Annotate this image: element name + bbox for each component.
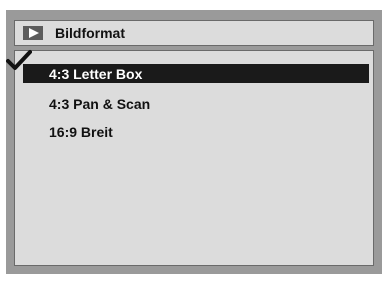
options-panel: 4:3 Letter Box 4:3 Pan & Scan 16:9 Breit [14,50,374,266]
option-widescreen[interactable]: 16:9 Breit [23,122,369,141]
checkmark-icon [6,50,32,70]
option-label: 4:3 Pan & Scan [49,95,151,112]
option-pan-scan[interactable]: 4:3 Pan & Scan [23,94,369,113]
option-letter-box[interactable]: 4:3 Letter Box [23,64,369,83]
play-icon [23,26,43,40]
menu-header: Bildformat [14,20,374,46]
menu-window: Bildformat 4:3 Letter Box 4:3 Pan & Scan… [6,10,382,274]
option-label: 4:3 Letter Box [49,65,143,82]
option-label: 16:9 Breit [49,123,113,140]
menu-title: Bildformat [55,25,125,41]
